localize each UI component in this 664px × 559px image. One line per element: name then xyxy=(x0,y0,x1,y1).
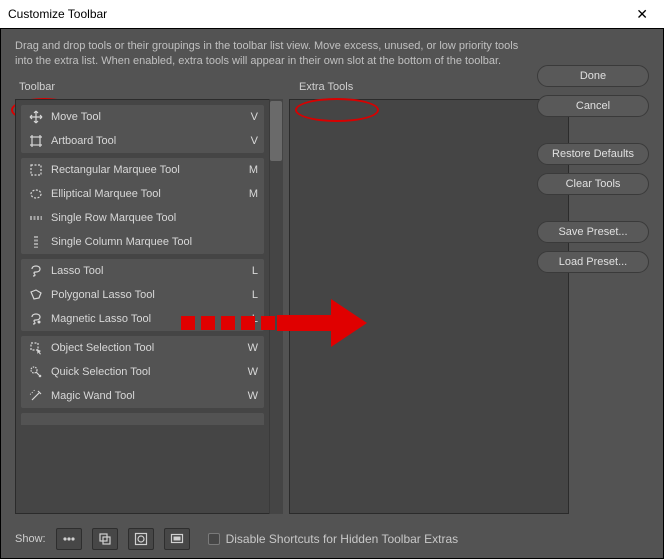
dialog-body: Drag and drop tools or their groupings i… xyxy=(0,28,664,559)
partial-group xyxy=(21,413,264,425)
extra-column-label: Extra Tools xyxy=(295,79,357,95)
tool-row[interactable]: Object Selection ToolW xyxy=(21,336,264,360)
rect-marquee-icon xyxy=(27,163,45,177)
artboard-icon xyxy=(27,134,45,148)
tool-shortcut: M xyxy=(242,164,258,176)
screenmode-icon[interactable] xyxy=(164,528,190,550)
description-text: Drag and drop tools or their groupings i… xyxy=(1,29,541,73)
save-preset-button[interactable]: Save Preset... xyxy=(537,221,649,243)
tool-shortcut: W xyxy=(242,366,258,378)
tool-label: Elliptical Marquee Tool xyxy=(45,188,242,200)
side-buttons: Done Cancel Restore Defaults Clear Tools… xyxy=(537,65,649,273)
tool-shortcut: V xyxy=(242,135,258,147)
scrollbar[interactable] xyxy=(269,99,283,514)
disable-shortcuts-label: Disable Shortcuts for Hidden Toolbar Ext… xyxy=(226,532,459,546)
tool-label: Move Tool xyxy=(45,111,242,123)
disable-shortcuts-checkbox[interactable]: Disable Shortcuts for Hidden Toolbar Ext… xyxy=(208,532,459,546)
col-marquee-icon xyxy=(27,235,45,249)
tool-shortcut: W xyxy=(242,342,258,354)
magic-wand-icon xyxy=(27,389,45,403)
lasso-icon xyxy=(27,264,45,278)
poly-lasso-icon xyxy=(27,288,45,302)
tool-row[interactable]: Elliptical Marquee ToolM xyxy=(21,182,264,206)
tool-label: Magic Wand Tool xyxy=(45,390,242,402)
tool-shortcut: L xyxy=(242,289,258,301)
ellipse-marquee-icon xyxy=(27,187,45,201)
done-button[interactable]: Done xyxy=(537,65,649,87)
scrollbar-thumb[interactable] xyxy=(270,101,282,161)
load-preset-button[interactable]: Load Preset... xyxy=(537,251,649,273)
bottom-bar: Show: Disable Shortcuts for Hidden Toolb… xyxy=(1,520,663,558)
tool-group[interactable]: Lasso ToolLPolygonal Lasso ToolLMagnetic… xyxy=(21,259,264,331)
quickmask-icon[interactable] xyxy=(128,528,154,550)
tool-label: Lasso Tool xyxy=(45,265,242,277)
tool-label: Polygonal Lasso Tool xyxy=(45,289,242,301)
checkbox-icon[interactable] xyxy=(208,533,220,545)
tool-row[interactable]: Single Column Marquee Tool xyxy=(21,230,264,254)
tool-label: Object Selection Tool xyxy=(45,342,242,354)
tool-shortcut: L xyxy=(242,265,258,277)
tool-group[interactable]: Rectangular Marquee ToolMElliptical Marq… xyxy=(21,158,264,254)
tool-label: Quick Selection Tool xyxy=(45,366,242,378)
obj-select-icon xyxy=(27,341,45,355)
tool-shortcut: L xyxy=(242,313,258,325)
tool-row[interactable]: Quick Selection ToolW xyxy=(21,360,264,384)
tool-row[interactable]: Polygonal Lasso ToolL xyxy=(21,283,264,307)
tool-row[interactable]: Magic Wand ToolW xyxy=(21,384,264,408)
window-title: Customize Toolbar xyxy=(8,7,107,21)
foreground-background-icon[interactable] xyxy=(92,528,118,550)
extra-tools-list[interactable] xyxy=(289,99,569,514)
tool-row[interactable]: Artboard ToolV xyxy=(21,129,264,153)
tool-label: Magnetic Lasso Tool xyxy=(45,313,242,325)
tool-shortcut: V xyxy=(242,111,258,123)
tool-label: Single Row Marquee Tool xyxy=(45,212,242,224)
tool-row[interactable]: Single Row Marquee Tool xyxy=(21,206,264,230)
tool-label: Artboard Tool xyxy=(45,135,242,147)
toolbar-column-label: Toolbar xyxy=(15,79,65,95)
move-icon xyxy=(27,110,45,124)
restore-defaults-button[interactable]: Restore Defaults xyxy=(537,143,649,165)
show-label: Show: xyxy=(15,533,46,545)
edit-toolbar-icon[interactable] xyxy=(56,528,82,550)
tool-row[interactable]: Rectangular Marquee ToolM xyxy=(21,158,264,182)
quick-select-icon xyxy=(27,365,45,379)
cancel-button[interactable]: Cancel xyxy=(537,95,649,117)
tool-shortcut: W xyxy=(242,390,258,402)
tool-shortcut: M xyxy=(242,188,258,200)
tool-label: Rectangular Marquee Tool xyxy=(45,164,242,176)
close-icon[interactable]: ✕ xyxy=(628,4,656,25)
toolbar-list[interactable]: Move ToolVArtboard ToolVRectangular Marq… xyxy=(15,99,283,514)
tool-row[interactable]: Magnetic Lasso ToolL xyxy=(21,307,264,331)
tool-row[interactable]: Move ToolV xyxy=(21,105,264,129)
tool-group[interactable]: Move ToolVArtboard ToolV xyxy=(21,105,264,153)
row-marquee-icon xyxy=(27,211,45,225)
tool-row[interactable]: Lasso ToolL xyxy=(21,259,264,283)
mag-lasso-icon xyxy=(27,312,45,326)
clear-tools-button[interactable]: Clear Tools xyxy=(537,173,649,195)
tool-group[interactable]: Object Selection ToolWQuick Selection To… xyxy=(21,336,264,408)
tool-label: Single Column Marquee Tool xyxy=(45,236,242,248)
titlebar: Customize Toolbar ✕ xyxy=(0,0,664,28)
